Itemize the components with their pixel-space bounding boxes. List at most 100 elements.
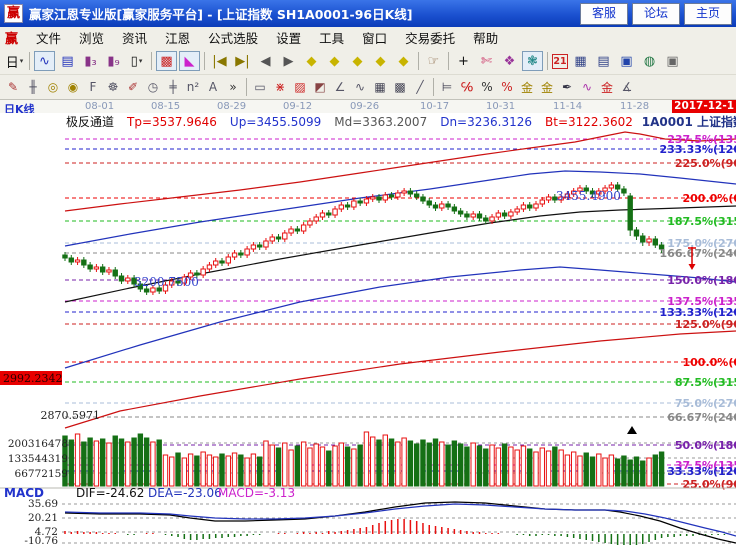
- menu-gann[interactable]: 江恩: [156, 28, 199, 47]
- bars-3-icon[interactable]: ▮₃: [80, 51, 101, 71]
- percent-band-icon[interactable]: ℅: [458, 77, 477, 97]
- symbol-label: 1A0001 上证指数: [642, 113, 736, 130]
- chart-canvas[interactable]: 237.5%(135233.33%(120225.0%(90200.0%(018…: [0, 130, 736, 545]
- date-tick: 09-26: [350, 101, 379, 112]
- zoom-in-diamond-icon[interactable]: ◆: [370, 51, 391, 71]
- gold-coin-icon[interactable]: 金: [518, 77, 537, 97]
- menu-trading[interactable]: 交易委托: [396, 28, 464, 47]
- n-square-icon[interactable]: n²: [184, 77, 203, 97]
- menu-formula-stock-picker[interactable]: 公式选股: [199, 28, 267, 47]
- golden-ring-icon[interactable]: ◎: [44, 77, 63, 97]
- remote-pc-icon[interactable]: ▣: [662, 51, 683, 71]
- toolbar-drawing: ✎╫◎◉F☸✐◷╪n²A»▭⋇▨◩∠∿▦▩╱⊨℅%%金金✒∿金∡: [0, 75, 736, 100]
- color-histogram-icon[interactable]: ◣: [179, 51, 200, 71]
- angle-line-icon[interactable]: ∠: [331, 77, 350, 97]
- box-tool-icon[interactable]: ▭: [251, 77, 270, 97]
- wave-gann-icon[interactable]: ∿: [578, 77, 597, 97]
- home-button[interactable]: 主页: [684, 3, 732, 25]
- macd-dea: DEA=-23.06: [148, 486, 222, 500]
- gann-labels-layer: 237.5%(135233.33%(120225.0%(90200.0%(018…: [660, 133, 736, 491]
- ray-fan-icon[interactable]: ⋇: [271, 77, 290, 97]
- calculator-icon[interactable]: ▦: [570, 51, 591, 71]
- percent-line-icon[interactable]: %: [498, 77, 517, 97]
- zigzag-line-icon[interactable]: ∿: [351, 77, 370, 97]
- cut-tool-icon[interactable]: ✄: [476, 51, 497, 71]
- svg-text:125.0%(90: 125.0%(90: [675, 318, 736, 331]
- menu-tools[interactable]: 工具: [310, 28, 353, 47]
- grid-b-icon[interactable]: ▩: [391, 77, 410, 97]
- customer-service-button[interactable]: 客服: [580, 3, 628, 25]
- gann-community-icon[interactable]: ❖: [499, 51, 520, 71]
- menu-logo-icon: 赢: [5, 28, 18, 47]
- angle-j-icon[interactable]: ∡: [618, 77, 637, 97]
- menu-help[interactable]: 帮助: [464, 28, 507, 47]
- shade-fan-icon[interactable]: ◩: [311, 77, 330, 97]
- step-back-icon[interactable]: ◀: [255, 51, 276, 71]
- zoom-all-diamond-icon[interactable]: ◆: [393, 51, 414, 71]
- titlebar-buttons: 客服论坛主页: [576, 3, 732, 25]
- menu-window[interactable]: 窗口: [353, 28, 396, 47]
- app-logo-icon: 赢: [4, 4, 23, 23]
- info-sheet-icon[interactable]: ▤: [57, 51, 78, 71]
- toolbar-separator: [547, 52, 548, 70]
- spiral-icon[interactable]: ☸: [104, 77, 123, 97]
- mark-pen-icon[interactable]: ✒: [558, 77, 577, 97]
- date-tick: 08-01: [85, 101, 114, 112]
- golden-ring2-icon[interactable]: ◉: [64, 77, 83, 97]
- forum-button[interactable]: 论坛: [632, 3, 680, 25]
- gold-red-icon[interactable]: 金: [598, 77, 617, 97]
- svg-text:25.0%(90: 25.0%(90: [683, 478, 736, 491]
- calendar-icon[interactable]: 21: [552, 54, 568, 69]
- dropdown-arrow-icon: ▾: [139, 57, 143, 65]
- date-tick: 09-12: [283, 101, 312, 112]
- menu-news[interactable]: 资讯: [113, 28, 156, 47]
- percent-icon[interactable]: %: [478, 77, 497, 97]
- grid-a-icon[interactable]: ▦: [371, 77, 390, 97]
- gold-line-icon[interactable]: 金: [538, 77, 557, 97]
- app-window: 赢 赢家江恩专业版[赢家服务平台] - [上证指数 SH1A0001-96日K线…: [0, 0, 736, 545]
- grid-box-red-icon[interactable]: ▨: [291, 77, 310, 97]
- crosshair-icon[interactable]: +: [453, 51, 474, 71]
- svg-text:100.0%(0: 100.0%(0: [683, 356, 736, 369]
- parallel-lines-icon[interactable]: ╱: [411, 77, 430, 97]
- chart-type-candle-icon[interactable]: 日▾: [4, 51, 25, 71]
- step-forward-icon[interactable]: ▶: [278, 51, 299, 71]
- pattern-tool-icon[interactable]: ▩: [156, 51, 177, 71]
- fibonacci-f-icon[interactable]: F: [84, 77, 103, 97]
- candle-style-icon[interactable]: ▯▾: [126, 51, 147, 71]
- toolbar-separator: [29, 52, 30, 70]
- draw-pencil-icon[interactable]: ✎: [4, 77, 23, 97]
- smart-analysis-icon[interactable]: ❃: [522, 51, 543, 71]
- macd-dif: DIF=-24.62: [76, 486, 144, 500]
- indicator-name: 极反通道: [66, 113, 114, 130]
- text-tool-icon[interactable]: A: [204, 77, 223, 97]
- menu-browse[interactable]: 浏览: [70, 28, 113, 47]
- bars-9-icon[interactable]: ▮₉: [103, 51, 124, 71]
- notes-icon[interactable]: ▤: [593, 51, 614, 71]
- last-page-icon[interactable]: ▶|: [232, 51, 253, 71]
- date-tick: 08-29: [217, 101, 246, 112]
- hand-drag-icon[interactable]: ☞: [423, 51, 444, 71]
- svg-text:166.67%(240: 166.67%(240: [660, 247, 736, 260]
- menu-settings[interactable]: 设置: [267, 28, 310, 47]
- svg-text:133544319: 133544319: [8, 453, 68, 465]
- brush-icon[interactable]: ✐: [124, 77, 143, 97]
- zoom-right-diamond-icon[interactable]: ◆: [324, 51, 345, 71]
- price-scale-icon[interactable]: ⊨: [438, 77, 457, 97]
- trend-wave-icon[interactable]: ∿: [34, 51, 55, 71]
- zoom-out-diamond-icon[interactable]: ◆: [347, 51, 368, 71]
- macd-value: MACD=-3.13: [218, 486, 295, 500]
- first-page-icon[interactable]: |◀: [209, 51, 230, 71]
- macd-layer: MACDDIF=-24.62DEA=-23.06MACD=-3.1335.692…: [0, 486, 736, 545]
- grid-ruler-icon[interactable]: ╪: [164, 77, 183, 97]
- more-tools-icon[interactable]: »: [224, 77, 243, 97]
- save-icon[interactable]: ▣: [616, 51, 637, 71]
- cycle-clock-icon[interactable]: ◷: [144, 77, 163, 97]
- toolbar-separator: [246, 78, 247, 96]
- net-send-icon[interactable]: ◍: [639, 51, 660, 71]
- menu-file[interactable]: 文件: [27, 28, 70, 47]
- toolbar-separator: [151, 52, 152, 70]
- gann-ruler-icon[interactable]: ╫: [24, 77, 43, 97]
- macd-dea-line: [65, 504, 736, 536]
- zoom-left-diamond-icon[interactable]: ◆: [301, 51, 322, 71]
